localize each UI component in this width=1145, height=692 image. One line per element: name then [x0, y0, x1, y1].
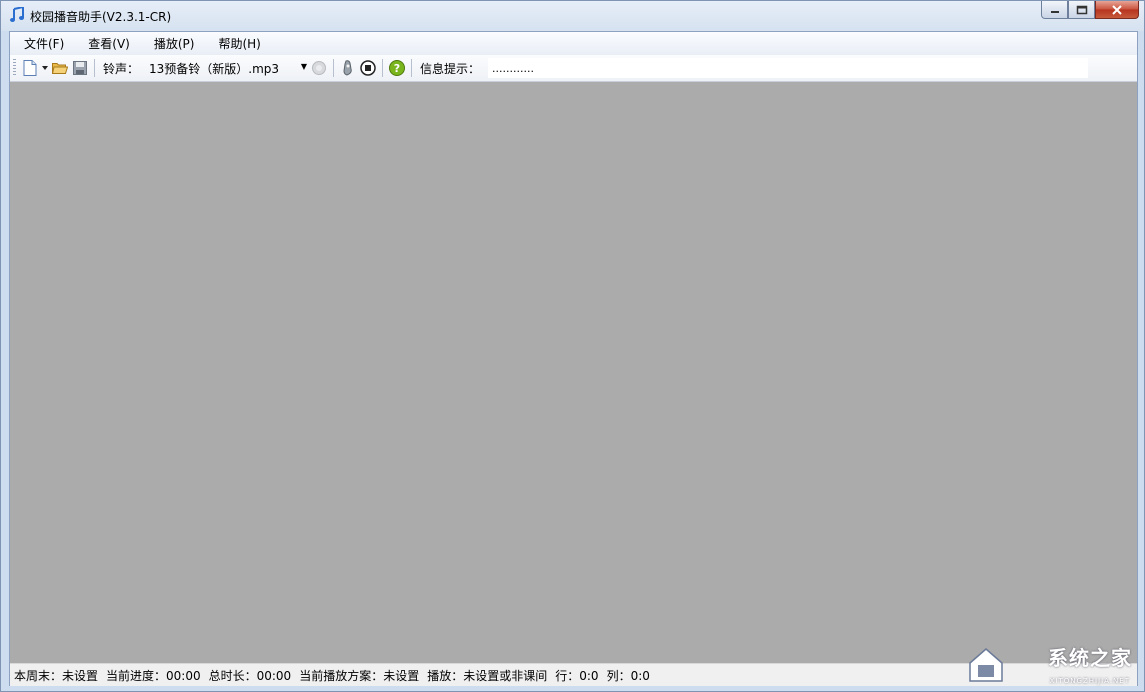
- status-progress: 当前进度：00:00: [106, 668, 201, 683]
- stop-icon[interactable]: [358, 58, 378, 78]
- status-total-duration: 总时长：00:00: [208, 668, 292, 683]
- new-file-icon[interactable]: [20, 58, 40, 78]
- close-icon: [1112, 4, 1122, 15]
- toolbar-separator: [411, 59, 413, 77]
- status-scheme: 当前播放方案：未设置: [299, 668, 420, 683]
- ringtone-select-value: 13预备铃（新版）.mp3: [149, 61, 280, 76]
- music-note-icon: [9, 5, 25, 23]
- play-disabled-icon[interactable]: [309, 58, 329, 78]
- toolbar-separator: [94, 59, 95, 77]
- help-icon[interactable]: ?: [387, 58, 407, 78]
- minimize-icon: [1050, 10, 1059, 13]
- menu-file[interactable]: 文件(F): [14, 35, 74, 52]
- caption-buttons: [1041, 1, 1139, 19]
- info-value: ............: [492, 61, 534, 75]
- info-box: ............: [488, 58, 1089, 78]
- main-work-area[interactable]: [10, 82, 1137, 663]
- info-label: 信息提示：: [420, 61, 481, 76]
- maximize-button[interactable]: [1068, 1, 1095, 19]
- watermark-subtext: XITONGZHIJIA.NET: [1049, 677, 1130, 685]
- watermark-text: 系统之家: [1048, 646, 1132, 670]
- watermark-logo-icon: [969, 648, 1003, 682]
- open-folder-icon[interactable]: [50, 58, 70, 78]
- ringtone-label: 铃声：: [103, 61, 140, 76]
- svg-text:?: ?: [394, 62, 400, 75]
- minimize-button[interactable]: [1041, 1, 1068, 19]
- app-window: 校园播音助手(V2.3.1-CR) 文件(F) 查看(V) 播放(P) 帮助(H…: [0, 0, 1145, 692]
- new-dropdown-icon[interactable]: [40, 58, 50, 78]
- menu-play[interactable]: 播放(P): [144, 35, 205, 52]
- maximize-icon: [1076, 5, 1087, 14]
- watermark: 系统之家 XITONGZHIJIA.NET: [966, 639, 1136, 689]
- close-button[interactable]: [1095, 1, 1139, 19]
- status-col: 列：0:0: [606, 668, 650, 683]
- client-area: 文件(F) 查看(V) 播放(P) 帮助(H) 铃声： 13预备铃（新版）.mp…: [9, 31, 1138, 686]
- status-play: 播放：未设置或非课间: [427, 668, 548, 683]
- menu-view[interactable]: 查看(V): [78, 35, 140, 52]
- menu-help[interactable]: 帮助(H): [208, 35, 270, 52]
- status-row: 行：0:0: [555, 668, 599, 683]
- toolbar: 铃声： 13预备铃（新版）.mp3 ▼ ? 信息提示： ............: [10, 55, 1137, 82]
- chevron-down-icon[interactable]: ▼: [301, 62, 307, 71]
- ringtone-select[interactable]: 13预备铃（新版）.mp3 ▼: [149, 59, 309, 77]
- window-title: 校园播音助手(V2.3.1-CR): [30, 10, 172, 24]
- toolbar-separator: [382, 59, 384, 77]
- ring-bell-icon[interactable]: [338, 58, 358, 78]
- status-weekend: 本周末：未设置: [14, 668, 99, 683]
- save-icon[interactable]: [70, 58, 90, 78]
- menu-bar: 文件(F) 查看(V) 播放(P) 帮助(H): [10, 32, 1137, 55]
- toolbar-separator: [333, 59, 335, 77]
- toolbar-grip[interactable]: [13, 59, 16, 77]
- title-bar[interactable]: 校园播音助手(V2.3.1-CR): [1, 1, 1144, 31]
